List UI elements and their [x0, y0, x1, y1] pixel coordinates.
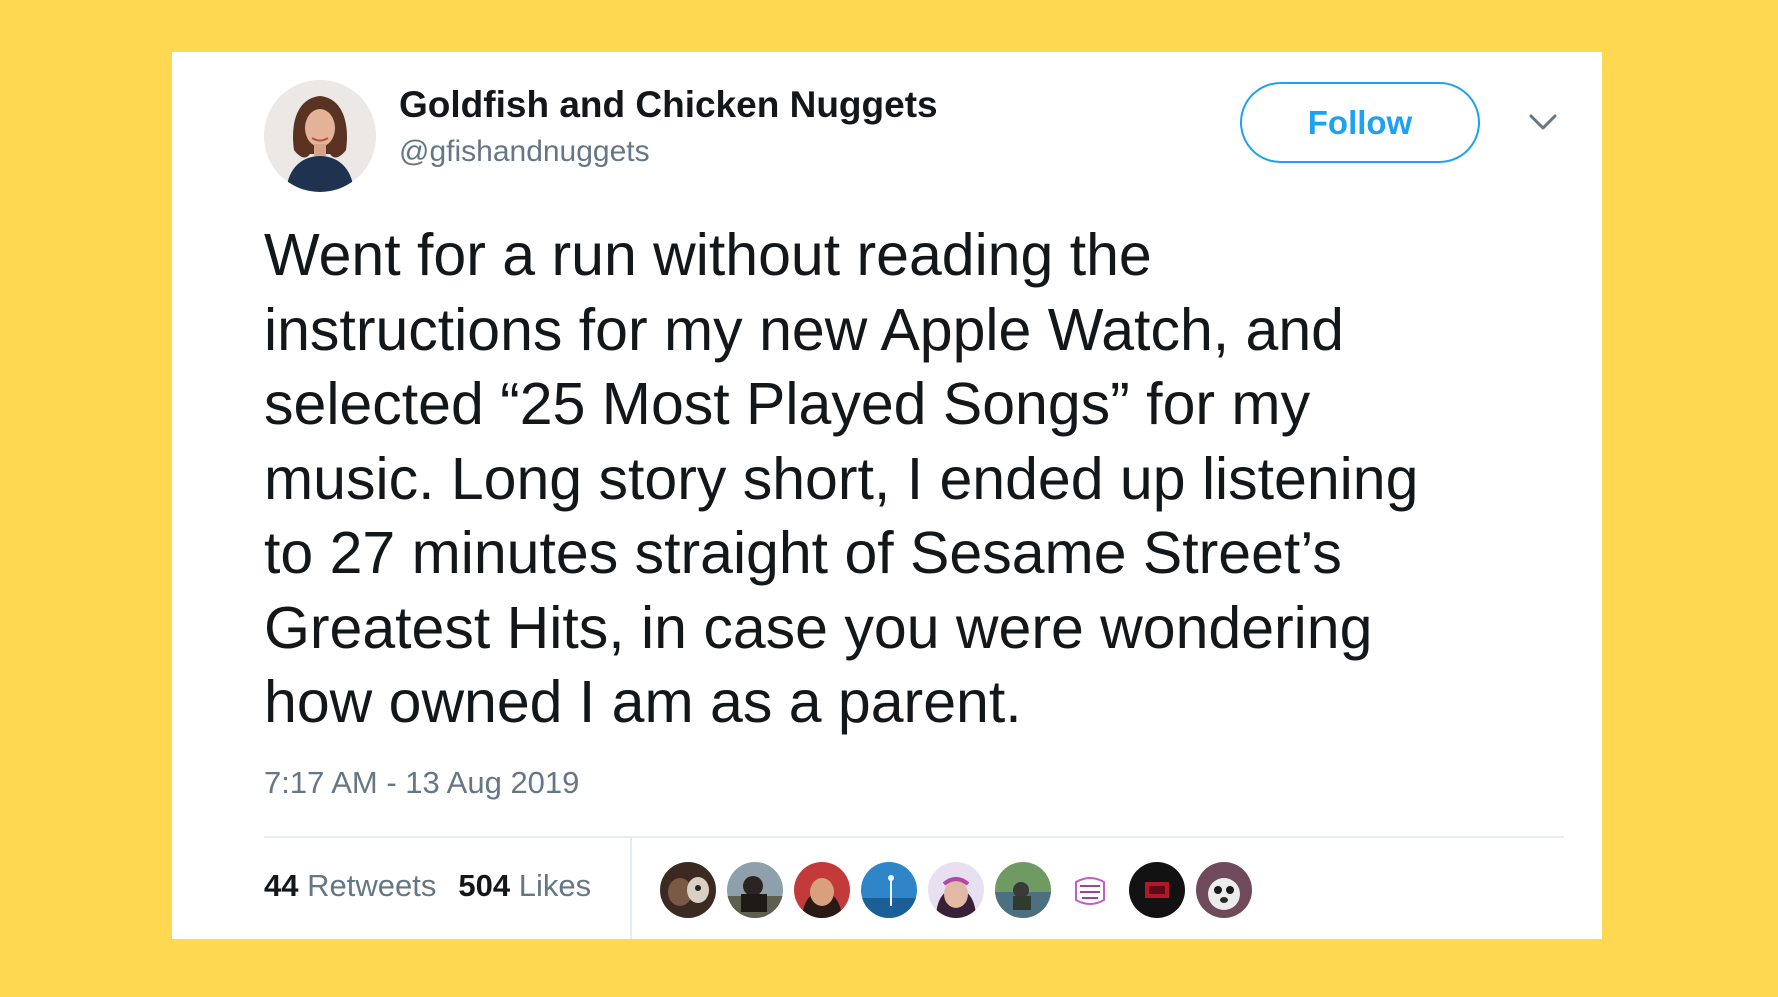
liker-avatar[interactable]	[928, 862, 984, 918]
tweet-card: Goldfish and Chicken Nuggets @gfishandnu…	[172, 52, 1602, 939]
liker-avatar[interactable]	[727, 862, 783, 918]
liker-avatar[interactable]	[794, 862, 850, 918]
avatar[interactable]	[264, 80, 376, 192]
liker-avatar[interactable]	[660, 862, 716, 918]
liker-avatar[interactable]	[1196, 862, 1252, 918]
follow-button[interactable]: Follow	[1240, 82, 1480, 163]
liker-avatar[interactable]	[861, 862, 917, 918]
likes-stat[interactable]: 504 Likes	[458, 868, 591, 903]
chevron-down-icon[interactable]	[1528, 112, 1558, 132]
user-handle[interactable]: @gfishandnuggets	[399, 135, 650, 169]
liker-avatar[interactable]	[995, 862, 1051, 918]
display-name[interactable]: Goldfish and Chicken Nuggets	[399, 84, 938, 126]
likers-avatars	[660, 862, 1252, 918]
likes-label: Likes	[518, 868, 592, 903]
retweets-stat[interactable]: 44 Retweets	[264, 868, 436, 903]
divider	[630, 838, 632, 939]
likes-count: 504	[458, 868, 511, 903]
retweets-label: Retweets	[307, 868, 437, 903]
tweet-timestamp[interactable]: 7:17 AM - 13 Aug 2019	[264, 765, 579, 801]
liker-avatar[interactable]	[1129, 862, 1185, 918]
divider	[264, 836, 1564, 838]
tweet-stats: 44 Retweets 504 Likes	[264, 868, 591, 904]
tweet-text: Went for a run without reading the instr…	[264, 222, 1419, 735]
retweets-count: 44	[264, 868, 299, 903]
liker-avatar[interactable]	[1062, 862, 1118, 918]
